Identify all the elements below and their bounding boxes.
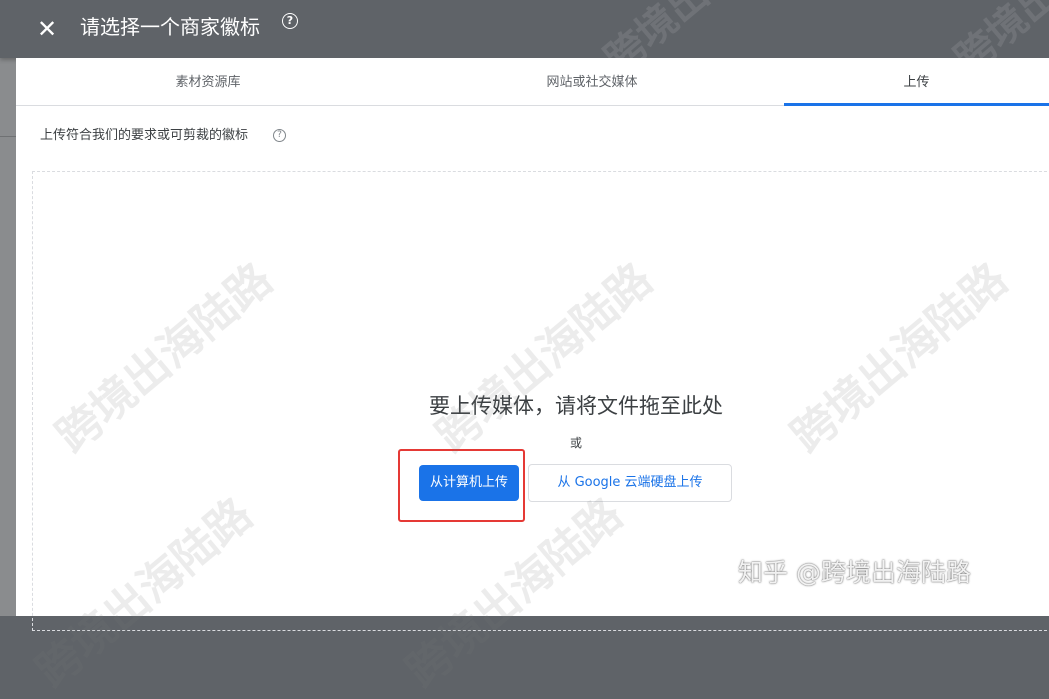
zhihu-watermark: 知乎 @跨境出海陆路: [738, 558, 971, 587]
tab-bar: 素材资源库 网站或社交媒体 上传: [16, 58, 1049, 106]
tab-asset-library[interactable]: 素材资源库: [16, 58, 400, 106]
help-icon[interactable]: ?: [282, 13, 298, 29]
upload-instruction: 上传符合我们的要求或可剪裁的徽标: [40, 128, 249, 143]
dialog-panel: 素材资源库 网站或社交媒体 上传 上传符合我们的要求或可剪裁的徽标 ?: [16, 58, 1049, 631]
instruction-help-icon[interactable]: ?: [273, 129, 286, 142]
tab-website-social[interactable]: 网站或社交媒体: [400, 58, 784, 106]
tab-upload[interactable]: 上传: [784, 58, 1049, 106]
dialog-header: ✕ 请选择一个商家徽标 ?: [0, 0, 1049, 58]
backdrop-divider: [0, 136, 16, 137]
highlight-annotation-box: [398, 449, 525, 522]
or-divider-text: 或: [569, 436, 582, 450]
close-icon[interactable]: ✕: [30, 12, 64, 46]
drop-heading: 要上传媒体，请将文件拖至此处: [429, 394, 723, 418]
page-backdrop: [0, 58, 16, 616]
dialog-title: 请选择一个商家徽标: [80, 15, 260, 39]
upload-from-drive-button[interactable]: 从 Google 云端硬盘上传: [528, 464, 732, 502]
active-tab-indicator: [784, 103, 1049, 106]
